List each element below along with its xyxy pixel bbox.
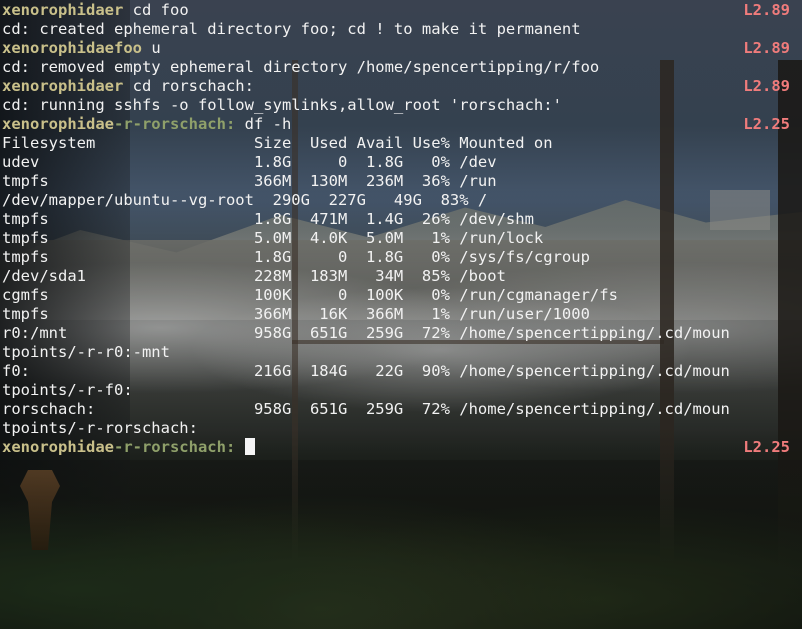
output-line: tpoints/-r-rorschach: xyxy=(2,419,198,438)
prompt-line: xenorophidae-r-rorschach: df -h xyxy=(2,115,291,134)
output-text: tpoints/-r-r0:-mnt xyxy=(2,343,170,361)
prompt-cwd: r xyxy=(113,77,124,95)
output-line: rorschach: 958G 651G 259G 72% /home/spen… xyxy=(2,400,730,419)
output-line: tmpfs 1.8G 0 1.8G 0% /sys/fs/cgroup xyxy=(2,248,590,267)
output-text: /dev/sda1 228M 183M 34M 85% /boot xyxy=(2,267,506,285)
output-text: tmpfs 366M 16K 366M 1% /run/user/1000 xyxy=(2,305,590,323)
load-average-indicator: L2.89 xyxy=(743,39,790,57)
output-text: cd: running sshfs -o follow_symlinks,all… xyxy=(2,96,562,114)
prompt-hostname: xenorophidae xyxy=(2,115,114,133)
command-input[interactable] xyxy=(235,438,244,456)
prompt-cwd: r xyxy=(113,1,124,19)
load-average-indicator: L2.25 xyxy=(743,438,790,456)
output-line: r0:/mnt 958G 651G 259G 72% /home/spencer… xyxy=(2,324,730,343)
prompt-hostname: xenorophidae xyxy=(2,1,114,19)
prompt-hostname: xenorophidae xyxy=(2,77,114,95)
prompt-line: xenorophidaer cd foo xyxy=(2,1,189,20)
output-text: tmpfs 5.0M 4.0K 5.0M 1% /run/lock xyxy=(2,229,544,247)
output-line: udev 1.8G 0 1.8G 0% /dev xyxy=(2,153,497,172)
output-line: tmpfs 366M 16K 366M 1% /run/user/1000 xyxy=(2,305,590,324)
prompt-cwd: foo xyxy=(113,39,142,57)
prompt-line: xenorophidae-r-rorschach: xyxy=(2,438,255,457)
text-cursor[interactable] xyxy=(244,438,255,455)
output-text: tpoints/-r-f0: xyxy=(2,381,133,399)
output-line: cd: created ephemeral directory foo; cd … xyxy=(2,20,581,39)
output-text: tmpfs 366M 130M 236M 36% /run xyxy=(2,172,497,190)
output-line: cd: running sshfs -o follow_symlinks,all… xyxy=(2,96,562,115)
output-text: Filesystem Size Used Avail Use% Mounted … xyxy=(2,134,553,152)
load-average-indicator: L2.89 xyxy=(743,77,790,95)
output-line: tpoints/-r-f0: xyxy=(2,381,133,400)
output-text: r0:/mnt 958G 651G 259G 72% /home/spencer… xyxy=(2,324,730,342)
prompt-line: xenorophidaefoo u xyxy=(2,39,161,58)
output-line: cgmfs 100K 0 100K 0% /run/cgmanager/fs xyxy=(2,286,618,305)
output-line: Filesystem Size Used Avail Use% Mounted … xyxy=(2,134,553,153)
output-text: tmpfs 1.8G 471M 1.4G 26% /dev/shm xyxy=(2,210,534,228)
output-line: tpoints/-r-r0:-mnt xyxy=(2,343,170,362)
output-text: cd: removed empty ephemeral directory /h… xyxy=(2,58,600,76)
command-text: cd foo xyxy=(123,1,189,19)
command-text: df -h xyxy=(235,115,292,133)
command-text: u xyxy=(141,39,161,57)
output-text: tpoints/-r-rorschach: xyxy=(2,419,198,437)
output-text: tmpfs 1.8G 0 1.8G 0% /sys/fs/cgroup xyxy=(2,248,590,266)
prompt-cwd: -r-rorschach: xyxy=(113,438,236,456)
output-line: f0: 216G 184G 22G 90% /home/spencertippi… xyxy=(2,362,730,381)
prompt-hostname: xenorophidae xyxy=(2,39,114,57)
output-text: f0: 216G 184G 22G 90% /home/spencertippi… xyxy=(2,362,730,380)
command-text: cd rorschach: xyxy=(123,77,254,95)
load-average-indicator: L2.25 xyxy=(743,115,790,133)
output-line: /dev/sda1 228M 183M 34M 85% /boot xyxy=(2,267,506,286)
output-line: /dev/mapper/ubuntu--vg-root 290G 227G 49… xyxy=(2,191,487,210)
terminal-window[interactable]: xenorophidaer cd foo L2.89 cd: created eph… xyxy=(0,0,802,629)
output-text: /dev/mapper/ubuntu--vg-root 290G 227G 49… xyxy=(2,191,488,209)
output-text: rorschach: 958G 651G 259G 72% /home/spen… xyxy=(2,400,730,418)
output-text: cgmfs 100K 0 100K 0% /run/cgmanager/fs xyxy=(2,286,618,304)
prompt-hostname: xenorophidae xyxy=(2,438,114,456)
prompt-line: xenorophidaer cd rorschach: xyxy=(2,77,254,96)
load-average-indicator: L2.89 xyxy=(743,1,790,19)
prompt-cwd: -r-rorschach: xyxy=(113,115,236,133)
output-line: tmpfs 366M 130M 236M 36% /run xyxy=(2,172,497,191)
output-text: udev 1.8G 0 1.8G 0% /dev xyxy=(2,153,497,171)
output-line: cd: removed empty ephemeral directory /h… xyxy=(2,58,599,77)
output-text: cd: created ephemeral directory foo; cd … xyxy=(2,20,581,38)
output-line: tmpfs 1.8G 471M 1.4G 26% /dev/shm xyxy=(2,210,534,229)
output-line: tmpfs 5.0M 4.0K 5.0M 1% /run/lock xyxy=(2,229,543,248)
